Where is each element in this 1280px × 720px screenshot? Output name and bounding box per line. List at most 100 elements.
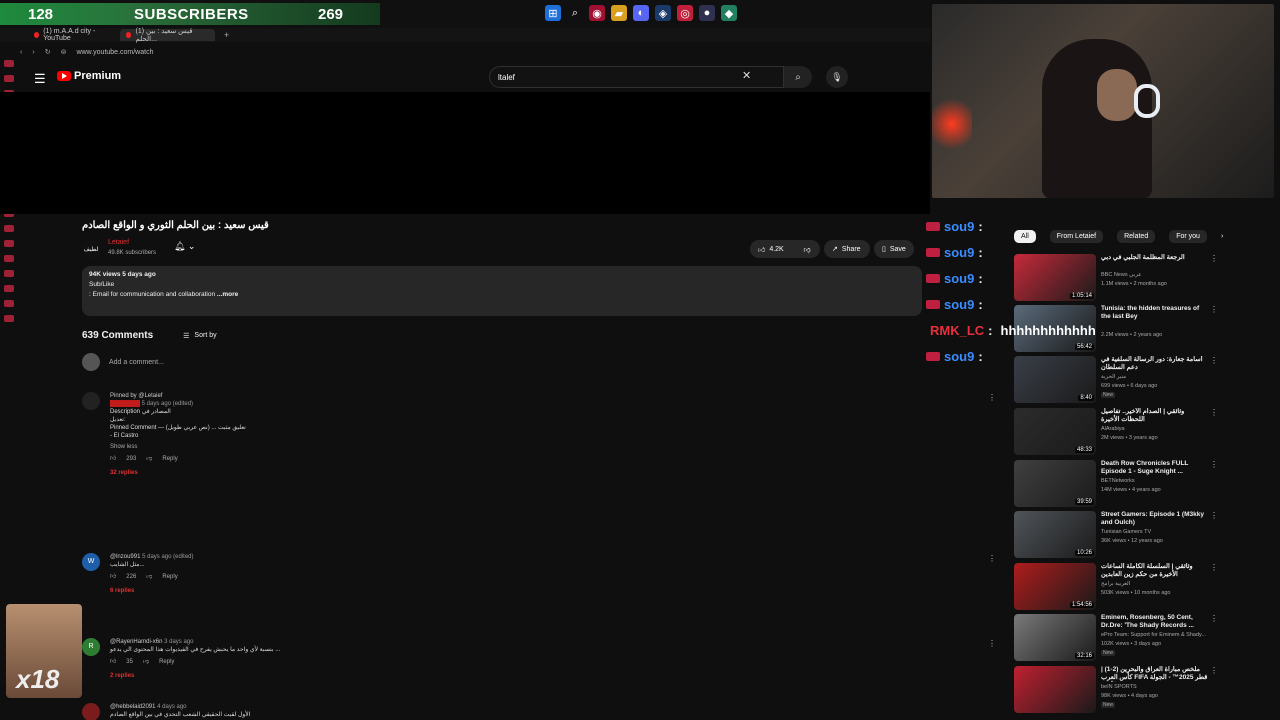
add-comment-row[interactable]: Add a comment... bbox=[82, 353, 922, 371]
more-options-icon[interactable]: ⋮ bbox=[1210, 305, 1218, 314]
menu-icon[interactable]: ☰ bbox=[34, 71, 46, 87]
save-button[interactable]: ▯ Save bbox=[874, 240, 914, 258]
more-link[interactable]: ...more bbox=[217, 291, 238, 298]
video-thumbnail[interactable]: 48:33 bbox=[1014, 408, 1096, 455]
mic-button[interactable]: 🎙 bbox=[826, 66, 848, 88]
search-input[interactable]: ltalef bbox=[489, 66, 784, 88]
thumbs-up-icon[interactable]: 👍︎ bbox=[110, 658, 116, 666]
chip-for-you[interactable]: For you bbox=[1169, 230, 1207, 243]
video-title[interactable]: Street Gamers: Episode 1 (M3kky and Oulc… bbox=[1101, 511, 1209, 527]
video-title[interactable]: Tunisia: the hidden treasures of the las… bbox=[1101, 305, 1209, 321]
more-options-icon[interactable]: ⋮ bbox=[1210, 408, 1218, 417]
add-comment-input[interactable]: Add a comment... bbox=[109, 359, 164, 366]
related-video-item[interactable]: 39:59 Death Row Chronicles FULL Episode 1… bbox=[1014, 460, 1218, 508]
more-options-icon[interactable]: ⋮ bbox=[1210, 666, 1218, 675]
search-icon[interactable]: ⌕ bbox=[567, 5, 583, 21]
video-title[interactable]: Death Row Chronicles FULL Episode 1 - Su… bbox=[1101, 460, 1209, 476]
back-icon[interactable]: ‹ bbox=[20, 49, 22, 56]
more-options-icon[interactable]: ⋮ bbox=[988, 555, 996, 563]
video-title[interactable]: Eminem, Rosenberg, 50 Cent, Dr.Dre: 'The… bbox=[1101, 614, 1209, 630]
sidebar-app-icon[interactable] bbox=[4, 315, 14, 322]
recorder-icon[interactable]: ◎ bbox=[677, 5, 693, 21]
more-options-icon[interactable]: ⋮ bbox=[1210, 356, 1218, 365]
sidebar-app-icon[interactable] bbox=[4, 300, 14, 307]
related-video-item[interactable]: 32:16 Eminem, Rosenberg, 50 Cent, Dr.Dre:… bbox=[1014, 614, 1218, 662]
tab-current-video[interactable]: (1) قيس سعيد : بين الحلم... bbox=[120, 28, 215, 43]
clear-search-icon[interactable]: ✕ bbox=[742, 69, 751, 82]
thumbs-up-icon[interactable]: 👍︎ bbox=[110, 455, 116, 463]
more-options-icon[interactable]: ⋮ bbox=[1210, 563, 1218, 572]
comment-author[interactable]: @lnzou991 bbox=[110, 554, 140, 560]
video-thumbnail[interactable]: 8:40 bbox=[1014, 356, 1096, 403]
sidebar-app-icon[interactable] bbox=[4, 240, 14, 247]
reload-icon[interactable]: ↻ bbox=[45, 48, 51, 56]
video-player[interactable] bbox=[0, 92, 930, 214]
channel-avatar[interactable]: لطيف bbox=[82, 240, 100, 258]
tool-icon[interactable]: ◆ bbox=[721, 5, 737, 21]
video-title[interactable]: ملخص مباراة العراق والبحرين (2-1) | كأس … bbox=[1101, 666, 1209, 682]
video-thumbnail[interactable]: 1:54:56 bbox=[1014, 563, 1096, 610]
youtube-logo[interactable]: Premium bbox=[57, 70, 121, 82]
video-title[interactable]: وثائقي | الصدام الأخير.. تفاصيل اللحظات … bbox=[1101, 408, 1209, 424]
video-description[interactable]: 94K views 5 days ago Sub/Like : Email fo… bbox=[82, 266, 922, 316]
steam-icon[interactable]: ◈ bbox=[655, 5, 671, 21]
new-tab-button[interactable]: + bbox=[218, 29, 235, 41]
forward-icon[interactable]: › bbox=[32, 49, 34, 56]
replies-toggle[interactable]: 32 replies bbox=[110, 469, 990, 477]
more-options-icon[interactable]: ⋮ bbox=[988, 640, 996, 648]
thumbs-down-icon[interactable]: 👎︎ bbox=[143, 658, 149, 666]
more-options-icon[interactable]: ⋮ bbox=[1210, 254, 1218, 263]
video-thumbnail[interactable]: 39:59 bbox=[1014, 460, 1096, 507]
sort-button[interactable]: ☰ Sort by bbox=[183, 332, 216, 340]
video-thumbnail[interactable]: 1:05:14 bbox=[1014, 254, 1096, 301]
dislike-button[interactable]: 👎︎ bbox=[794, 240, 820, 258]
site-info-icon[interactable]: ⊜ bbox=[61, 48, 67, 56]
url-field[interactable]: www.youtube.com/watch bbox=[76, 49, 153, 56]
thumbs-down-icon[interactable]: 👎︎ bbox=[146, 455, 152, 463]
reply-button[interactable]: Reply bbox=[159, 658, 174, 666]
related-video-item[interactable]: 1:05:14 الرجعة المظلمة الجلبي في دبي BBC N… bbox=[1014, 254, 1218, 302]
more-options-icon[interactable]: ⋮ bbox=[1210, 614, 1218, 623]
notification-bell-button[interactable]: 🔔︎ ⌄ bbox=[174, 241, 195, 252]
more-options-icon[interactable]: ⋮ bbox=[988, 394, 996, 402]
video-title[interactable]: الرجعة المظلمة الجلبي في دبي bbox=[1101, 254, 1209, 262]
replies-toggle[interactable]: 6 replies bbox=[110, 587, 990, 595]
comment-author[interactable]: @hebbelaid2091 bbox=[110, 704, 155, 710]
app-icon[interactable]: ◉ bbox=[589, 5, 605, 21]
show-less-link[interactable]: Show less bbox=[110, 443, 990, 451]
sidebar-app-icon[interactable] bbox=[4, 225, 14, 232]
video-thumbnail[interactable] bbox=[1014, 666, 1096, 713]
video-title[interactable]: وثائقي | السلسلة الكاملة الساعات الأخيرة… bbox=[1101, 563, 1209, 579]
video-thumbnail[interactable]: 32:16 bbox=[1014, 614, 1096, 661]
more-options-icon[interactable]: ⋮ bbox=[1210, 460, 1218, 469]
sidebar-app-icon[interactable] bbox=[4, 285, 14, 292]
discord-icon[interactable]: ◐ bbox=[633, 5, 649, 21]
sidebar-app-icon[interactable] bbox=[4, 270, 14, 277]
chip-from-channel[interactable]: From Letaief bbox=[1049, 230, 1104, 243]
thumbs-up-icon[interactable]: 👍︎ bbox=[110, 573, 116, 581]
related-video-item[interactable]: 8:40 أسامة جعارة: دور الرسالة السلفية في … bbox=[1014, 356, 1218, 404]
reply-button[interactable]: Reply bbox=[162, 455, 177, 463]
replies-toggle[interactable]: 2 replies bbox=[110, 672, 990, 680]
related-video-item[interactable]: 48:33 وثائقي | الصدام الأخير.. تفاصيل الل… bbox=[1014, 408, 1218, 456]
sidebar-app-icon[interactable] bbox=[4, 60, 14, 67]
windows-icon[interactable]: ⊞ bbox=[545, 5, 561, 21]
related-video-item[interactable]: 10:26 Street Gamers: Episode 1 (M3kky and… bbox=[1014, 511, 1218, 559]
tab-madd-city[interactable]: (1) m.A.A.d city - YouTube bbox=[28, 28, 120, 42]
sidebar-app-icon[interactable] bbox=[4, 255, 14, 262]
chip-related[interactable]: Related bbox=[1117, 230, 1156, 243]
obs-icon[interactable]: ● bbox=[699, 5, 715, 21]
channel-name[interactable]: Letaief bbox=[108, 239, 129, 246]
related-video-item[interactable]: ملخص مباراة العراق والبحرين (2-1) | كأس … bbox=[1014, 666, 1218, 714]
video-thumbnail[interactable]: 10:26 bbox=[1014, 511, 1096, 558]
share-button[interactable]: ↗ Share bbox=[824, 240, 870, 258]
chevron-right-icon[interactable]: › bbox=[1221, 233, 1223, 240]
reply-button[interactable]: Reply bbox=[162, 573, 177, 581]
search-button[interactable]: ⌕ bbox=[784, 66, 812, 88]
comment-author[interactable]: @RayenHamdi-x6n bbox=[110, 639, 162, 645]
thumbs-down-icon[interactable]: 👎︎ bbox=[146, 573, 152, 581]
folder-icon[interactable]: ▰ bbox=[611, 5, 627, 21]
sidebar-app-icon[interactable] bbox=[4, 75, 14, 82]
video-title[interactable]: أسامة جعارة: دور الرسالة السلفية في دعم … bbox=[1101, 356, 1209, 372]
more-options-icon[interactable]: ⋮ bbox=[1210, 511, 1218, 520]
